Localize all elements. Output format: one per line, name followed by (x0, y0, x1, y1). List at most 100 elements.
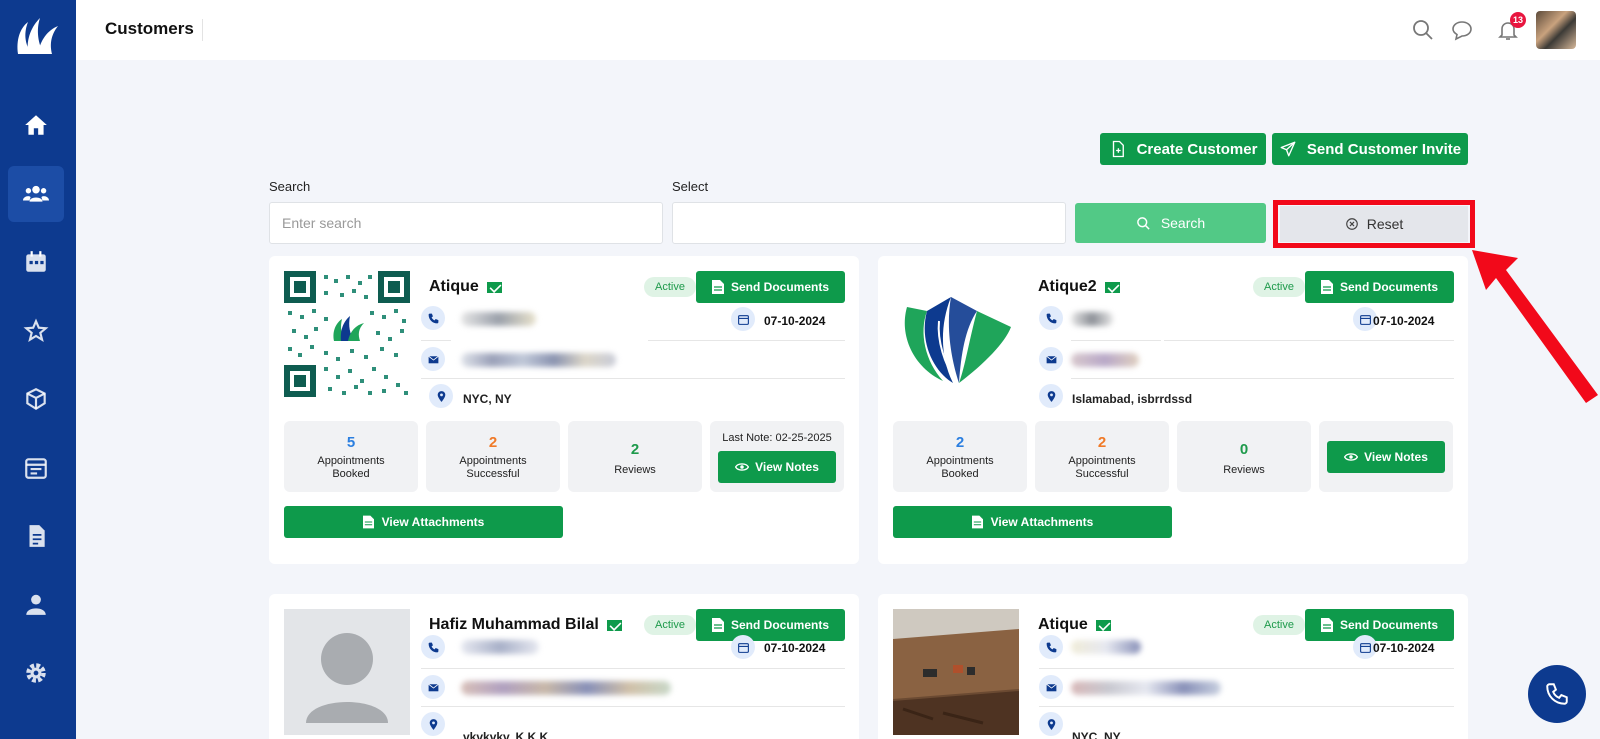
status-badge: Active (1253, 277, 1305, 297)
view-attachments-label: View Attachments (990, 515, 1094, 529)
call-fab-button[interactable] (1528, 665, 1586, 723)
appointments-booked-count: 2 (955, 434, 965, 451)
sidebar-item-settings[interactable] (8, 645, 64, 701)
send-documents-button[interactable]: Send Documents (696, 609, 845, 641)
send-documents-label: Send Documents (1339, 280, 1438, 294)
chat-icon[interactable] (1450, 18, 1474, 42)
document-icon (362, 515, 374, 529)
customer-photo-image (893, 609, 1019, 735)
view-notes-label: View Notes (1364, 450, 1428, 464)
customer-name: Atique2 (1038, 278, 1120, 296)
send-customer-invite-button[interactable]: Send Customer Invite (1272, 133, 1468, 165)
annotation-arrow (1472, 250, 1598, 403)
brand-logo[interactable] (14, 14, 62, 58)
view-notes-label: View Notes (755, 460, 819, 474)
divider (1071, 378, 1454, 379)
star-icon (23, 318, 49, 342)
view-attachments-button[interactable]: View Attachments (893, 506, 1172, 538)
customer-location: vkvkvkv, K K K (463, 730, 549, 739)
divider (421, 706, 845, 707)
view-attachments-button[interactable]: View Attachments (284, 506, 563, 538)
document-icon (971, 515, 983, 529)
customer-card: Atique Active Send Documents 07-10-2024 … (269, 256, 859, 564)
phone-icon (421, 306, 445, 330)
search-icon[interactable] (1411, 18, 1435, 42)
search-label: Search (269, 179, 311, 194)
eye-icon (1344, 453, 1359, 461)
customer-name-text: Atique (1038, 616, 1088, 633)
document-icon (711, 618, 724, 632)
location-icon (1039, 384, 1063, 408)
view-notes-button[interactable]: View Notes (1327, 441, 1445, 473)
send-documents-button[interactable]: Send Documents (1305, 609, 1454, 641)
reviews-count: 0 (1239, 441, 1249, 458)
appointments-booked-label: Appointments Booked (926, 455, 994, 480)
box-icon (26, 388, 46, 411)
create-customer-label: Create Customer (1136, 140, 1258, 158)
send-documents-button[interactable]: Send Documents (696, 271, 845, 303)
top-bar: Customers 13 (76, 0, 1600, 60)
select-dropdown[interactable] (672, 202, 1066, 244)
redacted-email (461, 353, 616, 367)
send-documents-label: Send Documents (730, 280, 829, 294)
redacted-email (1071, 353, 1139, 367)
reset-highlight-box (1273, 200, 1475, 248)
sidebar-item-schedule[interactable] (8, 440, 64, 496)
reviews-stat: 0 Reviews (1177, 421, 1311, 492)
phone-icon (1546, 683, 1568, 705)
search-button[interactable]: Search (1075, 203, 1266, 243)
avatar[interactable] (1536, 11, 1576, 49)
document-icon (29, 525, 45, 547)
notes-box: View Notes (1319, 421, 1453, 492)
sidebar-item-profile[interactable] (8, 576, 64, 632)
phone-icon (1039, 306, 1063, 330)
sidebar-item-packages[interactable] (8, 371, 64, 427)
notes-box: Last Note: 02-25-2025 View Notes (710, 421, 844, 492)
divider (1039, 706, 1454, 707)
mail-icon (1039, 675, 1063, 699)
search-icon (1136, 216, 1150, 230)
location-icon (1039, 712, 1063, 736)
appointments-booked-count: 5 (346, 434, 356, 451)
search-input[interactable]: Enter search (269, 202, 663, 244)
user-icon (26, 594, 46, 615)
email-verified-icon (1104, 281, 1120, 293)
create-customer-button[interactable]: Create Customer (1100, 133, 1266, 165)
send-documents-button[interactable]: Send Documents (1305, 271, 1454, 303)
calendar-icon (731, 635, 755, 659)
reviews-stat: 2 Reviews (568, 421, 702, 492)
appointments-successful-stat: 2 Appointments Successful (426, 421, 560, 492)
sidebar-item-customers[interactable] (8, 166, 64, 222)
redacted-phone (461, 312, 536, 326)
last-note: Last Note: 02-25-2025 (722, 432, 832, 444)
calendar-icon (26, 251, 46, 272)
company-logo-image (893, 271, 1019, 397)
location-icon (421, 712, 445, 736)
customer-name: Atique (1038, 616, 1111, 634)
sidebar-item-documents[interactable] (8, 508, 64, 564)
sidebar-item-calendar[interactable] (8, 234, 64, 290)
divider (648, 340, 845, 341)
customer-location: Islamabad, isbrrdssd (1072, 392, 1193, 406)
email-verified-icon (606, 619, 622, 631)
search-button-label: Search (1160, 215, 1206, 231)
redacted-phone (1071, 640, 1141, 654)
sidebar-item-home[interactable] (8, 97, 64, 153)
redacted-email (1071, 681, 1221, 695)
send-icon (1280, 141, 1296, 157)
redacted-phone (461, 640, 539, 654)
qr-code-image (284, 271, 410, 397)
home-icon (25, 115, 47, 135)
document-icon (711, 280, 724, 294)
reviews-label: Reviews (614, 464, 656, 476)
file-plus-icon (1112, 140, 1124, 158)
email-verified-icon (486, 281, 502, 293)
divider (421, 668, 845, 669)
appointments-booked-stat: 2 Appointments Booked (893, 421, 1027, 492)
appointments-successful-count: 2 (1097, 434, 1107, 451)
send-documents-label: Send Documents (1339, 618, 1438, 632)
customer-date: 07-10-2024 (764, 314, 826, 328)
sidebar-item-reviews[interactable] (8, 303, 64, 359)
view-notes-button[interactable]: View Notes (718, 451, 836, 483)
customer-card: Atique Active Send Documents 07-10-2024 … (878, 594, 1468, 739)
